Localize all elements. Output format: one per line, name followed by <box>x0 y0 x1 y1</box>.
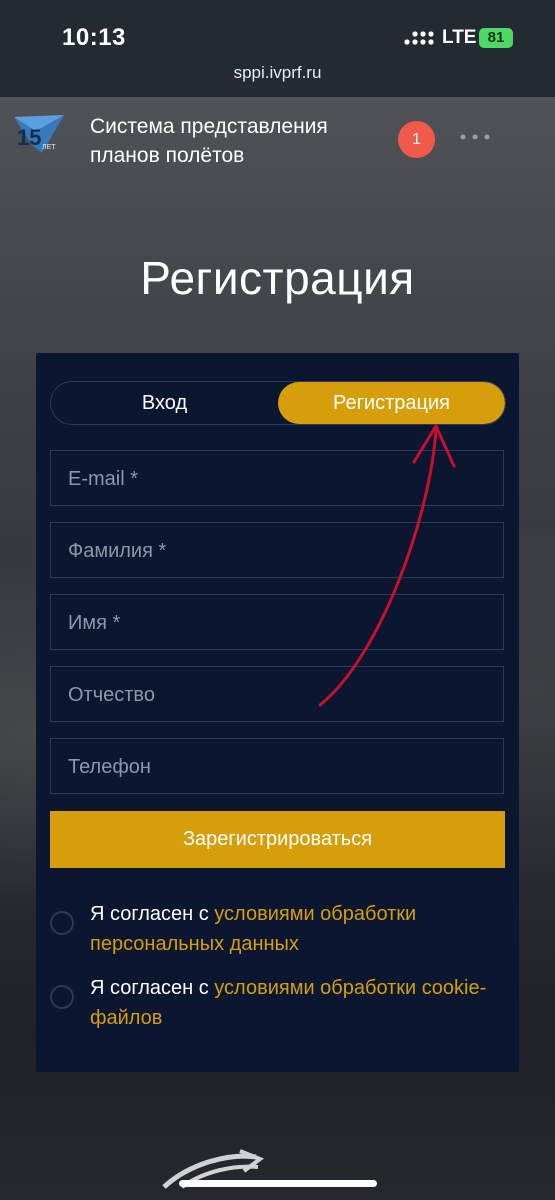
home-indicator[interactable] <box>179 1180 377 1187</box>
middlename-field[interactable]: Отчество <box>50 666 504 722</box>
network-type: LTE <box>442 27 477 48</box>
consent-prefix: Я согласен с <box>90 977 215 999</box>
register-button[interactable]: Зарегистрироваться <box>50 811 505 868</box>
signal-icon <box>404 31 434 45</box>
lastname-placeholder: Фамилия * <box>68 540 167 562</box>
middlename-placeholder: Отчество <box>68 684 155 706</box>
lastname-field[interactable]: Фамилия * <box>50 522 504 578</box>
firstname-placeholder: Имя * <box>68 612 121 634</box>
svg-text:ЛЕТ: ЛЕТ <box>42 144 56 151</box>
notification-badge[interactable]: 1 <box>398 121 435 158</box>
battery-icon: 81 <box>479 28 513 48</box>
consent-personal-data-radio[interactable] <box>50 911 74 935</box>
email-field[interactable]: E-mail * <box>50 450 504 506</box>
tab-login[interactable]: Вход <box>51 382 278 424</box>
more-dots-icon[interactable] <box>459 133 491 141</box>
email-placeholder: E-mail * <box>68 468 139 490</box>
site-title: Система представления планов полётов <box>90 115 328 167</box>
status-bar: 10:13 LTE 81 sppi.ivprf.ru <box>0 0 555 97</box>
consent-prefix: Я согласен с <box>90 903 215 925</box>
battery-level: 81 <box>487 29 505 46</box>
consent-cookies: Я согласен с условиями обработки cookie-… <box>50 973 504 1033</box>
page-title: Регистрация <box>140 252 415 304</box>
firstname-field[interactable]: Имя * <box>50 594 504 650</box>
page: 15 ЛЕТ Система представления планов полё… <box>0 97 555 1200</box>
svg-text:15: 15 <box>17 125 41 150</box>
tab-register[interactable]: Регистрация <box>278 382 505 424</box>
phone-field[interactable]: Телефон <box>50 738 504 794</box>
phone-placeholder: Телефон <box>68 756 151 778</box>
consent-cookies-text: Я согласен с условиями обработки cookie-… <box>90 973 500 1033</box>
status-time: 10:13 <box>62 24 126 51</box>
address-bar-url[interactable]: sppi.ivprf.ru <box>0 63 555 83</box>
15-let-logo-icon[interactable]: 15 ЛЕТ <box>14 115 66 155</box>
consent-personal-data-text: Я согласен с условиями обработки персона… <box>90 899 500 959</box>
auth-tabs: Вход Регистрация <box>50 381 506 425</box>
registration-card: Вход Регистрация E-mail * Фамилия * Имя … <box>36 353 519 1072</box>
consent-personal-data: Я согласен с условиями обработки персона… <box>50 899 504 959</box>
consent-cookies-radio[interactable] <box>50 985 74 1009</box>
